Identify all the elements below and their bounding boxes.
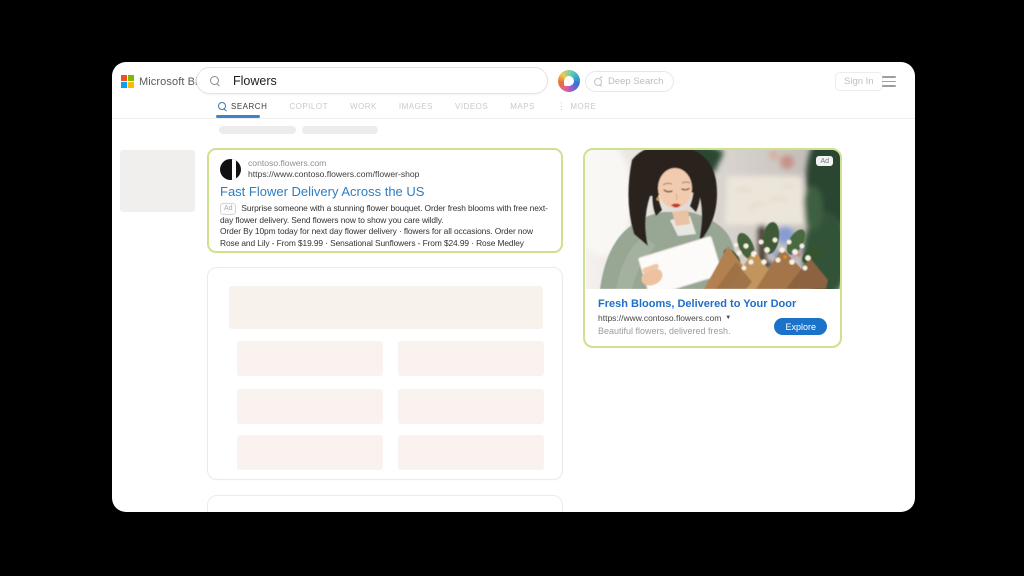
placeholder-block xyxy=(398,389,544,424)
contoso-favicon-icon xyxy=(220,159,241,180)
placeholder-pill xyxy=(219,126,296,134)
tab-search[interactable]: SEARCH xyxy=(218,102,267,111)
results-placeholder-card-bottom xyxy=(207,495,563,512)
deep-search-icon: ✦ xyxy=(594,77,603,86)
sidebar-placeholder-block xyxy=(120,150,195,212)
side-ad-title-link[interactable]: Fresh Blooms, Delivered to Your Door xyxy=(598,298,827,310)
placeholder-pill xyxy=(302,126,378,134)
search-input[interactable]: Flowers xyxy=(196,67,548,94)
ad-photo-illustration xyxy=(585,150,840,289)
text-ad-card[interactable]: contoso.flowers.com https://www.contoso.… xyxy=(207,148,563,253)
image-ad-card[interactable]: Ad Fresh Blooms, Delivered to Your Door … xyxy=(583,148,842,348)
nav-tabs: SEARCH COPILOT WORK IMAGES VIDEOS MAPS ⋮… xyxy=(218,102,596,111)
tab-images[interactable]: IMAGES xyxy=(399,102,433,111)
ad-order-line: Order By 10pm today for next day flower … xyxy=(220,226,550,237)
sign-in-button[interactable]: Sign In xyxy=(835,72,883,91)
browser-page: Microsoft Bing Flowers ✦ Deep Search Sig… xyxy=(112,62,915,512)
ad-sitelinks: Rose and Lily - From $19.99 · Sensationa… xyxy=(220,238,550,249)
deep-search-button[interactable]: ✦ Deep Search xyxy=(585,71,674,92)
placeholder-block xyxy=(229,286,543,329)
tab-copilot[interactable]: COPILOT xyxy=(289,102,328,111)
explore-button[interactable]: Explore xyxy=(774,318,827,335)
placeholder-block xyxy=(398,341,544,376)
tab-more[interactable]: ⋮ MORE xyxy=(557,102,597,111)
menu-icon[interactable] xyxy=(882,76,896,87)
tab-search-icon xyxy=(218,102,227,111)
copilot-icon[interactable] xyxy=(558,70,580,92)
microsoft-logo-icon xyxy=(121,75,134,88)
ad-info: Fresh Blooms, Delivered to Your Door htt… xyxy=(585,289,840,346)
chevron-down-icon[interactable]: ▼ xyxy=(725,315,731,321)
search-query-text[interactable]: Flowers xyxy=(233,74,277,88)
more-dots-icon: ⋮ xyxy=(557,102,567,111)
results-placeholder-card xyxy=(207,267,563,480)
ad-header: contoso.flowers.com https://www.contoso.… xyxy=(220,158,550,180)
ad-display-domain: contoso.flowers.com xyxy=(248,158,419,169)
ad-title-link[interactable]: Fast Flower Delivery Across the US xyxy=(220,184,550,199)
ad-description: AdSurprise someone with a stunning flowe… xyxy=(220,203,550,249)
deep-search-label: Deep Search xyxy=(608,76,663,87)
placeholder-block xyxy=(237,341,383,376)
sign-in-label: Sign In xyxy=(844,76,874,87)
tab-maps[interactable]: MAPS xyxy=(510,102,535,111)
placeholder-block xyxy=(237,389,383,424)
header-divider xyxy=(112,118,915,119)
tab-work[interactable]: WORK xyxy=(350,102,377,111)
tab-videos[interactable]: VIDEOS xyxy=(455,102,488,111)
placeholder-block xyxy=(237,435,383,470)
ad-photo: Ad xyxy=(585,150,840,289)
ad-badge: Ad xyxy=(220,203,236,215)
placeholder-block xyxy=(398,435,544,470)
search-icon xyxy=(210,76,220,86)
ad-url: https://www.contoso.flowers.com/flower-s… xyxy=(248,169,419,180)
ad-badge: Ad xyxy=(816,156,833,166)
ad-description-text: Surprise someone with a stunning flower … xyxy=(220,203,548,225)
